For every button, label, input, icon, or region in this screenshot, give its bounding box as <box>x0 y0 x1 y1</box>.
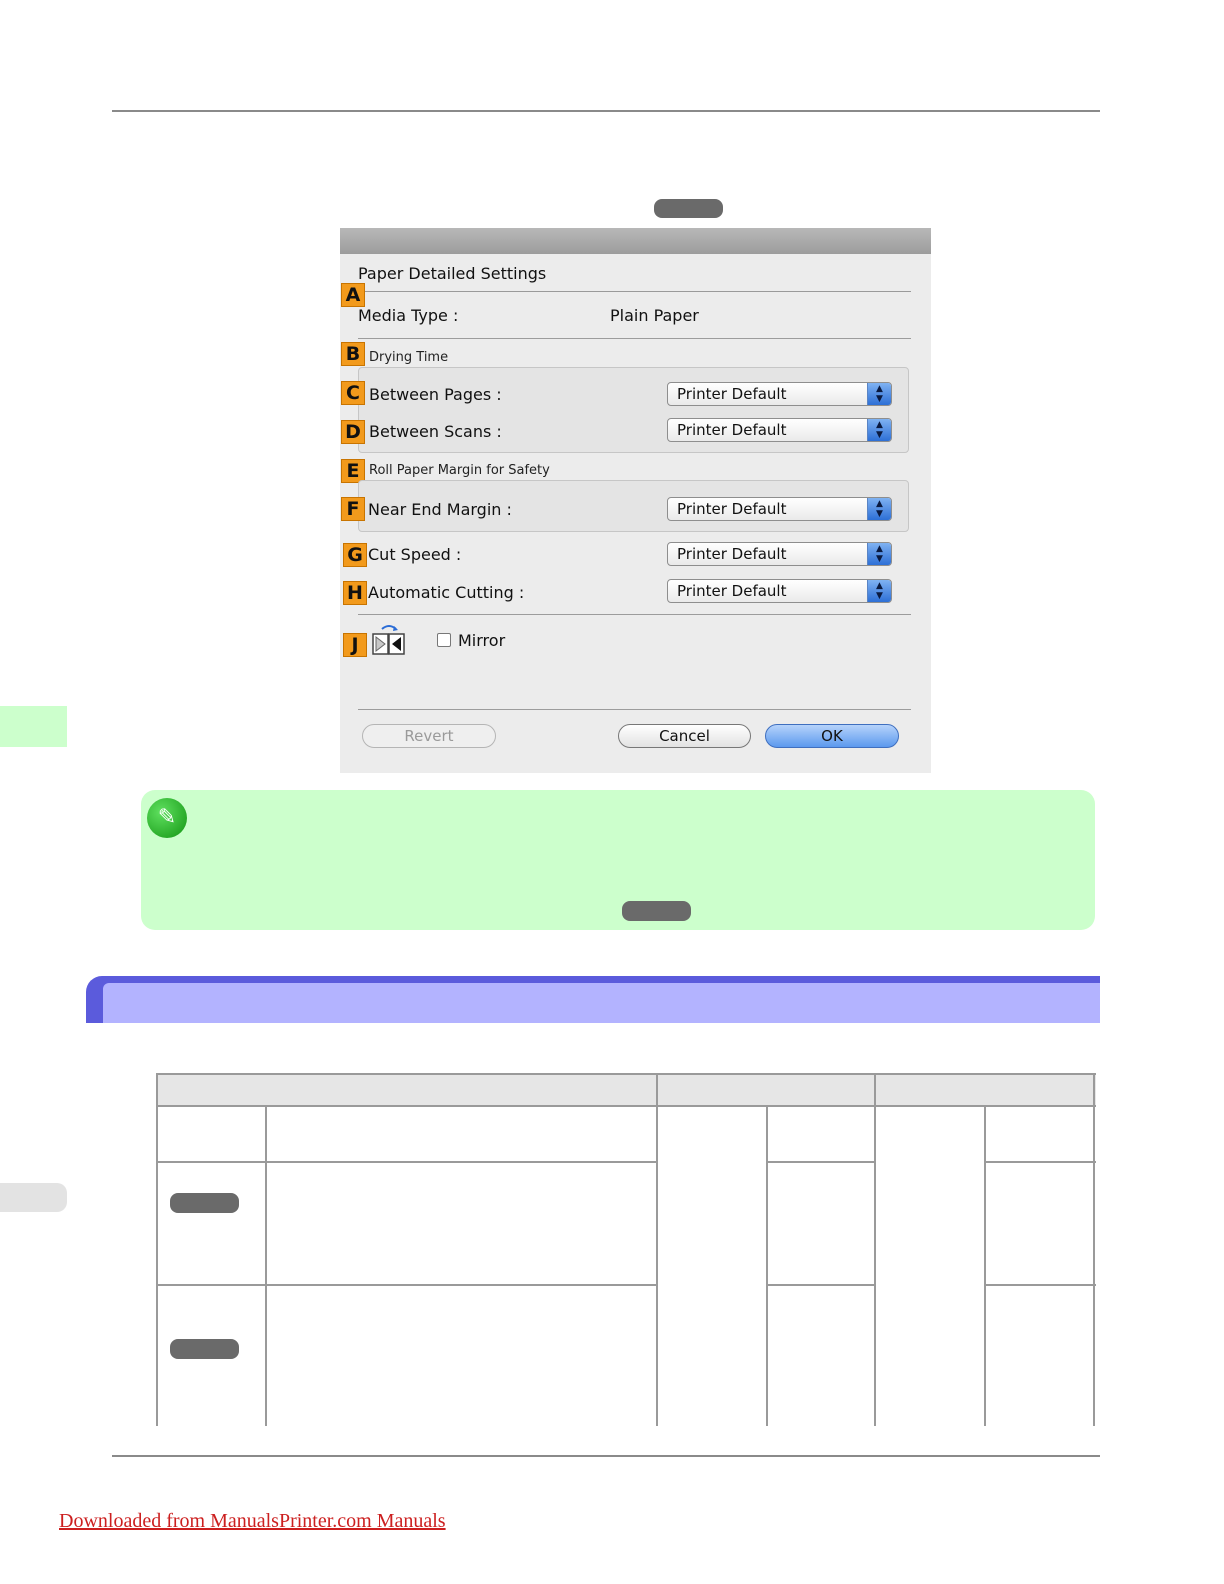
cut-speed-value: Printer Default <box>677 545 787 563</box>
revert-button[interactable]: Revert <box>362 724 496 748</box>
badge-f: F <box>341 497 365 521</box>
note-box <box>141 790 1095 930</box>
cutting-separator <box>358 614 911 615</box>
heading-separator <box>358 291 911 292</box>
table-col-line <box>874 1073 876 1426</box>
between-pages-value: Printer Default <box>677 385 787 403</box>
badge-j: J <box>343 633 367 657</box>
cut-speed-select[interactable]: Printer Default ▲ ▼ <box>667 542 892 566</box>
up-down-arrows-icon: ▲ ▼ <box>867 543 891 565</box>
media-type-label: Media Type : <box>358 306 459 325</box>
bottom-rule <box>112 1455 1100 1457</box>
table-col-line <box>984 1105 986 1426</box>
badge-h: H <box>343 581 367 605</box>
cancel-button[interactable]: Cancel <box>618 724 751 748</box>
paper-detailed-settings-dialog: Paper Detailed Settings A Media Type : P… <box>340 228 931 773</box>
between-pages-label: Between Pages : <box>369 385 502 404</box>
mirror-checkbox[interactable] <box>437 633 451 647</box>
section-header-bar <box>103 983 1100 1023</box>
table-row-line <box>766 1161 876 1163</box>
up-down-arrows-icon: ▲ ▼ <box>867 419 891 441</box>
table-row-line <box>156 1284 658 1286</box>
side-tab-current[interactable] <box>0 706 67 747</box>
between-scans-label: Between Scans : <box>369 422 502 441</box>
redacted-label <box>170 1193 239 1213</box>
footer-separator <box>358 709 911 710</box>
redacted-label <box>622 901 691 921</box>
table-row-line <box>984 1284 1096 1286</box>
badge-a: A <box>341 283 365 307</box>
footer-download-link[interactable]: Downloaded from ManualsPrinter.com Manua… <box>59 1510 446 1533</box>
near-end-margin-value: Printer Default <box>677 500 787 518</box>
table-border-top <box>156 1073 1096 1075</box>
near-end-margin-label: Near End Margin : <box>368 500 512 519</box>
roll-margin-label: Roll Paper Margin for Safety <box>369 463 550 478</box>
table-row-line <box>766 1284 876 1286</box>
mirror-label: Mirror <box>458 631 506 650</box>
table-col-line <box>766 1105 768 1426</box>
table-header-row <box>156 1073 1096 1106</box>
ok-button[interactable]: OK <box>765 724 899 748</box>
table-col-line <box>265 1105 267 1426</box>
up-down-arrows-icon: ▲ ▼ <box>867 498 891 520</box>
side-tab[interactable] <box>0 1183 67 1212</box>
up-down-arrows-icon: ▲ ▼ <box>867 383 891 405</box>
automatic-cutting-select[interactable]: Printer Default ▲ ▼ <box>667 579 892 603</box>
between-scans-value: Printer Default <box>677 421 787 439</box>
table-header-bottom <box>156 1105 1096 1107</box>
automatic-cutting-label: Automatic Cutting : <box>368 583 525 602</box>
top-rule <box>112 110 1100 112</box>
dialog-heading: Paper Detailed Settings <box>358 264 547 283</box>
mirror-flip-icon <box>372 624 406 656</box>
media-type-value: Plain Paper <box>610 306 699 325</box>
table-col-line <box>1093 1073 1095 1426</box>
between-scans-select[interactable]: Printer Default ▲ ▼ <box>667 418 892 442</box>
badge-c: C <box>341 381 365 405</box>
table-row-line <box>984 1161 1096 1163</box>
badge-g: G <box>343 543 367 567</box>
table-col-line <box>656 1073 658 1426</box>
redacted-label <box>654 199 723 218</box>
up-down-arrows-icon: ▲ ▼ <box>867 580 891 602</box>
table-row-line <box>156 1161 658 1163</box>
badge-b: B <box>341 342 365 366</box>
cut-speed-label: Cut Speed : <box>368 545 462 564</box>
badge-d: D <box>341 420 365 444</box>
near-end-margin-select[interactable]: Printer Default ▲ ▼ <box>667 497 892 521</box>
dialog-titlebar[interactable] <box>340 228 931 254</box>
between-pages-select[interactable]: Printer Default ▲ ▼ <box>667 382 892 406</box>
redacted-label <box>170 1339 239 1359</box>
pencil-note-icon: ✎ <box>147 798 187 838</box>
automatic-cutting-value: Printer Default <box>677 582 787 600</box>
media-separator <box>358 338 911 339</box>
drying-time-label: Drying Time <box>369 350 449 365</box>
table-col-line <box>156 1073 158 1426</box>
